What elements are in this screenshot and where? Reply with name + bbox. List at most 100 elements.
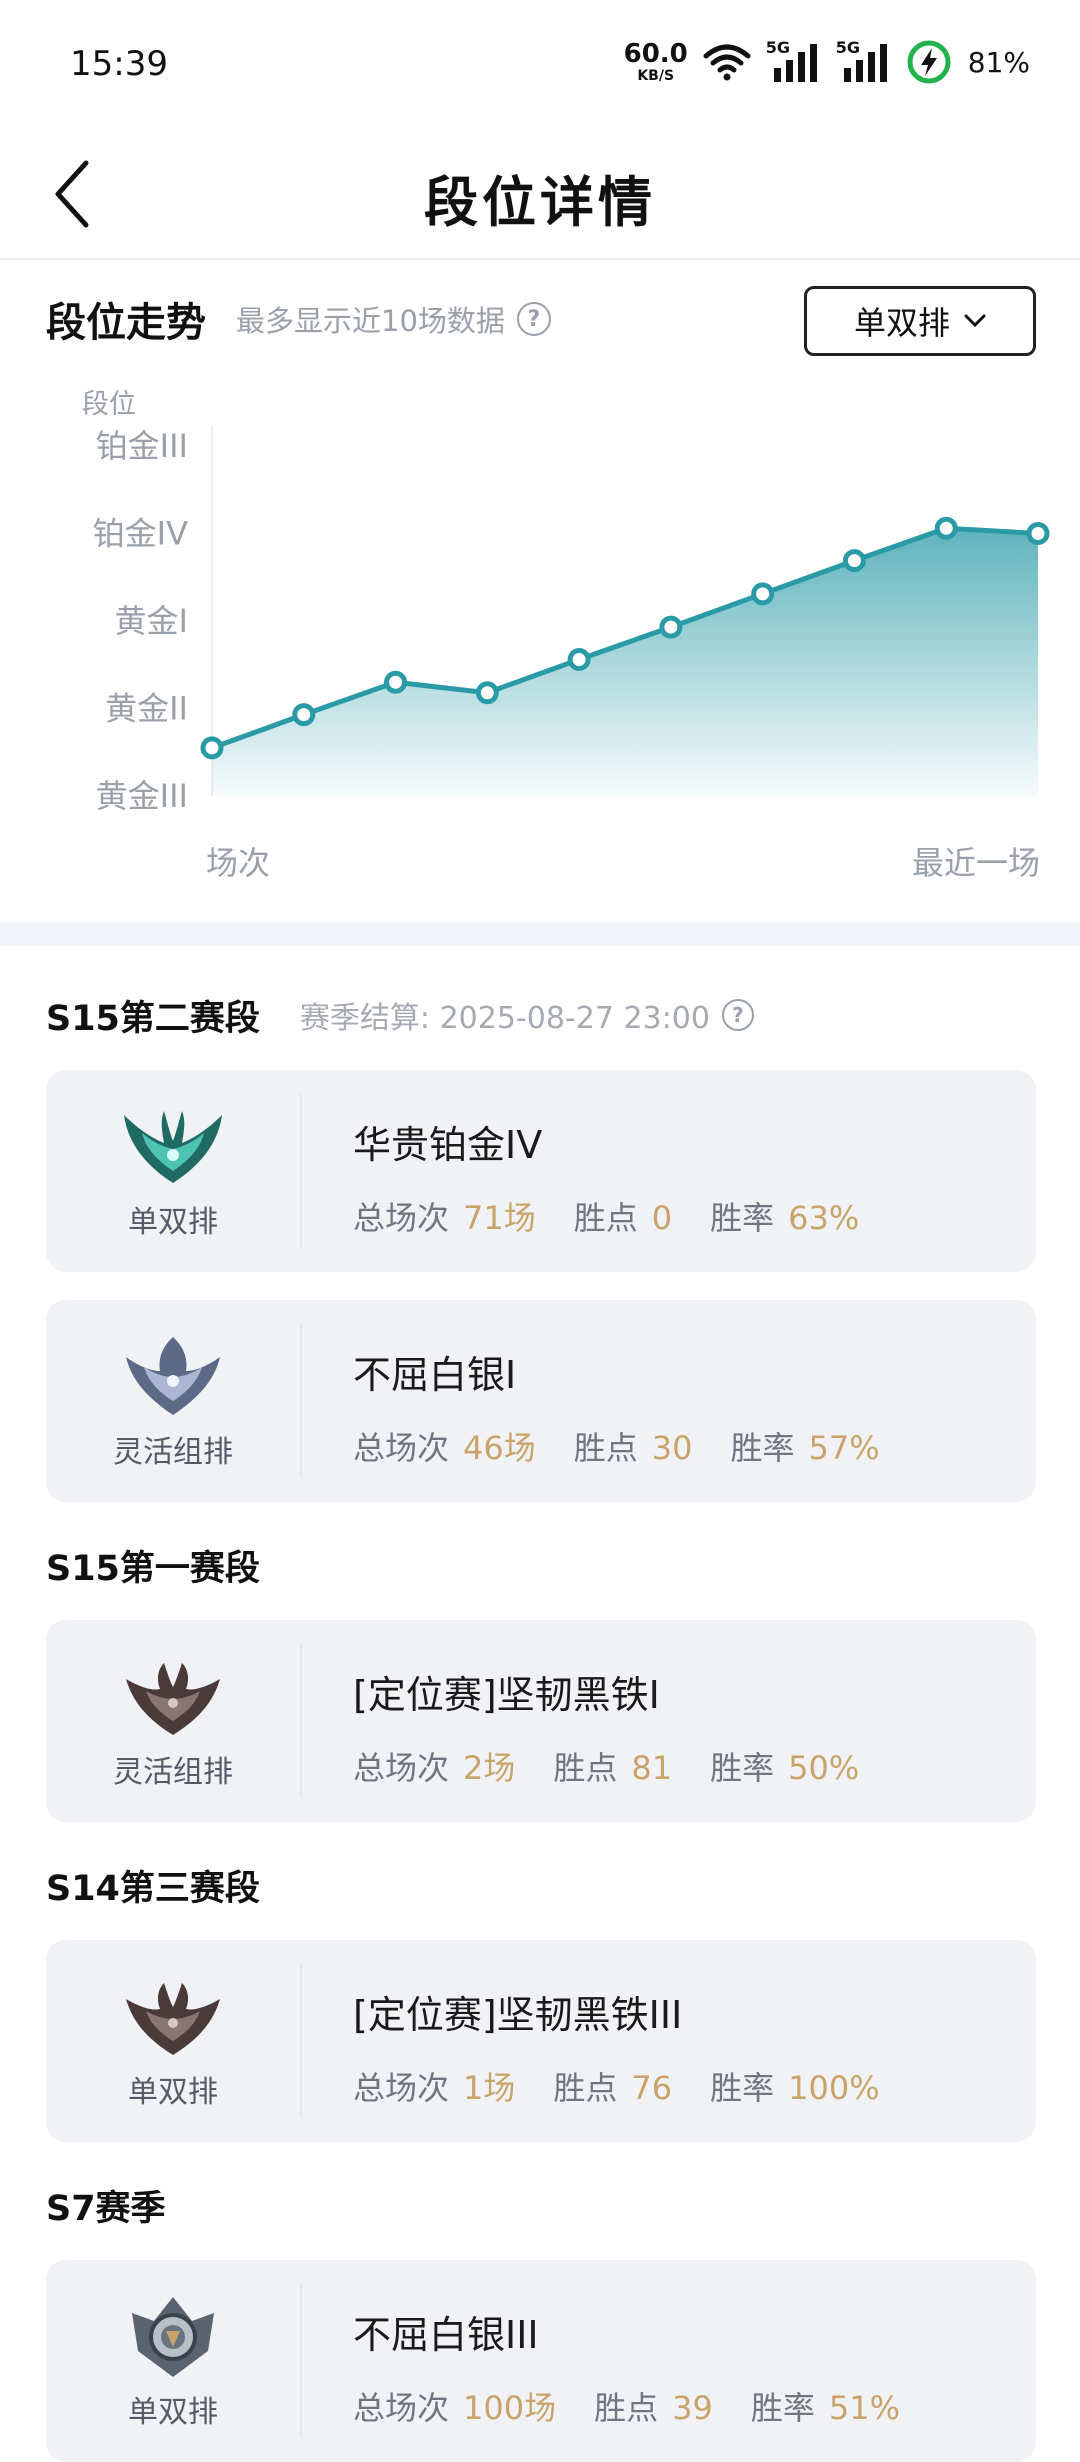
rank-card[interactable]: 单双排 [定位赛]坚韧黑铁III 总场次 1场 胜点 76 胜率 100%	[46, 1940, 1036, 2142]
games-label: 总场次	[353, 1199, 450, 1237]
winrate-value: 51%	[828, 2389, 900, 2427]
chart-area-fill	[212, 528, 1038, 796]
winrate-value: 50%	[788, 1749, 860, 1787]
chart-data-point[interactable]	[842, 549, 866, 573]
winrate-value: 100%	[788, 2069, 880, 2107]
chart-data-point[interactable]	[751, 582, 775, 606]
lp-value: 30	[651, 1429, 693, 1467]
rank-name: 不屈白银I	[353, 1353, 517, 1397]
rank-stats: 总场次 1场 胜点 76 胜率 100%	[353, 2063, 918, 2109]
card-divider	[300, 1644, 302, 1798]
winrate-label: 胜率	[750, 2389, 815, 2427]
lp-label: 胜点	[553, 2069, 618, 2107]
chart-data-point[interactable]	[934, 516, 958, 540]
help-icon[interactable]: ?	[721, 999, 754, 1031]
rank-details: 不屈白银III 总场次 100场 胜点 39 胜率 51%	[353, 2304, 938, 2429]
chart-y-tick-label: 黄金III	[96, 777, 188, 815]
signal-bars-icon	[773, 44, 817, 82]
winrate-value: 63%	[788, 1199, 860, 1237]
rank-emblem-block: 灵活组排	[46, 1300, 300, 1502]
games-value: 46场	[463, 1429, 536, 1467]
section-divider-band	[0, 922, 1080, 946]
chart-y-tick-label: 铂金III	[96, 427, 188, 465]
lp-label: 胜点	[594, 2389, 659, 2427]
card-divider	[300, 1964, 302, 2118]
chart-data-point[interactable]	[200, 736, 224, 760]
lp-value: 0	[651, 1199, 673, 1237]
chart-data-point[interactable]	[659, 615, 683, 639]
trend-header: 段位走势 最多显示近10场数据 ?	[46, 290, 551, 348]
games-value: 100场	[463, 2389, 557, 2427]
season-history: S15第二赛段 赛季结算: 2025-08-27 23:00 ? 单双排 华贵铂金…	[0, 946, 1080, 2462]
signal-5g-2: 5G	[836, 38, 892, 84]
queue-type-label: 单双排	[128, 1205, 218, 1240]
rank-card[interactable]: 单双排 华贵铂金IV 总场次 71场 胜点 0 胜率 63%	[46, 1070, 1036, 1272]
page-title: 段位详情	[424, 170, 656, 234]
rank-details: 不屈白银I 总场次 46场 胜点 30 胜率 57%	[353, 1344, 918, 1469]
rank-card[interactable]: 灵活组排 不屈白银I 总场次 46场 胜点 30 胜率 57%	[46, 1300, 1036, 1502]
status-icons: 60.0 KB/S 5G 5G 81%	[624, 38, 1030, 86]
status-bar: 15:39 60.0 KB/S 5G 5G 81%	[0, 0, 1080, 128]
rank-details: 华贵铂金IV 总场次 71场 胜点 0 胜率 63%	[353, 1114, 897, 1239]
chart-x-end-label: 最近一场	[912, 844, 1040, 882]
chart-data-point[interactable]	[475, 681, 499, 705]
winrate-label: 胜率	[730, 1429, 795, 1467]
network-speed-unit: KB/S	[637, 68, 675, 84]
rank-details: [定位赛]坚韧黑铁III 总场次 1场 胜点 76 胜率 100%	[353, 1984, 918, 2109]
rank-name: [定位赛]坚韧黑铁I	[353, 1673, 660, 1717]
games-value: 1场	[463, 2069, 516, 2107]
platinum-emblem-icon	[124, 1111, 222, 1183]
chart-data-point[interactable]	[567, 648, 591, 671]
lp-label: 胜点	[573, 1429, 638, 1467]
rank-name: 华贵铂金IV	[353, 1123, 543, 1167]
winrate-label: 胜率	[710, 1199, 775, 1237]
trend-hint: 最多显示近10场数据	[236, 304, 505, 338]
chart-y-tick-label: 铂金IV	[93, 515, 188, 553]
chart-data-point[interactable]	[384, 670, 408, 694]
chart-data-point[interactable]	[1026, 522, 1050, 545]
queue-type-label: 单双排	[128, 2075, 218, 2110]
winrate-value: 57%	[808, 1429, 880, 1467]
chart-y-axis-title: 段位	[82, 389, 136, 420]
winrate-label: 胜率	[710, 1749, 775, 1787]
rank-stats: 总场次 71场 胜点 0 胜率 63%	[353, 1193, 897, 1239]
trend-title: 段位走势	[46, 300, 206, 346]
help-icon[interactable]: ?	[516, 302, 551, 336]
rank-name: [定位赛]坚韧黑铁III	[353, 1993, 683, 2037]
queue-dropdown[interactable]: 单双排	[804, 286, 1036, 356]
network-speed-value: 60.0	[623, 39, 688, 69]
rank-emblem-block: 单双排	[46, 1070, 300, 1272]
chart-x-start-label: 场次	[206, 844, 270, 882]
games-label: 总场次	[353, 1749, 450, 1787]
rank-emblem-block: 单双排	[46, 2260, 300, 2462]
iron-emblem-icon	[126, 1983, 220, 2055]
season-header: S14第三赛段	[0, 1840, 1080, 1930]
battery-percent: 81%	[967, 45, 1030, 79]
lp-label: 胜点	[553, 1749, 618, 1787]
games-value: 2场	[463, 1749, 516, 1787]
chart-data-point[interactable]	[292, 703, 316, 727]
rank-stats: 总场次 2场 胜点 81 胜率 50%	[353, 1743, 897, 1789]
network-speed: 60.0 KB/S	[624, 41, 688, 83]
queue-dropdown-label: 单双排	[853, 304, 950, 342]
rank-card[interactable]: 灵活组排 [定位赛]坚韧黑铁I 总场次 2场 胜点 81 胜率 50%	[46, 1620, 1036, 1822]
queue-type-label: 灵活组排	[113, 1435, 233, 1470]
queue-type-label: 灵活组排	[113, 1755, 233, 1790]
season-header: S15第二赛段 赛季结算: 2025-08-27 23:00 ?	[0, 970, 1080, 1060]
season-name: S15第一赛段	[46, 1548, 260, 1589]
games-label: 总场次	[353, 1429, 450, 1467]
games-value: 71场	[463, 1199, 536, 1237]
card-divider	[300, 1324, 302, 1478]
chart-y-tick-label: 黄金I	[115, 602, 188, 640]
season-header: S7赛季	[0, 2160, 1080, 2250]
rank-name: 不屈白银III	[353, 2313, 539, 2357]
signal-5g-1: 5G	[766, 38, 822, 84]
iron-emblem-icon	[126, 1663, 220, 1735]
queue-type-label: 单双排	[128, 2395, 218, 2430]
games-label: 总场次	[353, 2069, 450, 2107]
lp-label: 胜点	[573, 1199, 638, 1237]
navigation-bar: 段位详情	[0, 128, 1080, 260]
rank-details: [定位赛]坚韧黑铁I 总场次 2场 胜点 81 胜率 50%	[353, 1664, 897, 1789]
rank-card[interactable]: 单双排 不屈白银III 总场次 100场 胜点 39 胜率 51%	[46, 2260, 1036, 2462]
rank-stats: 总场次 46场 胜点 30 胜率 57%	[353, 1423, 918, 1469]
